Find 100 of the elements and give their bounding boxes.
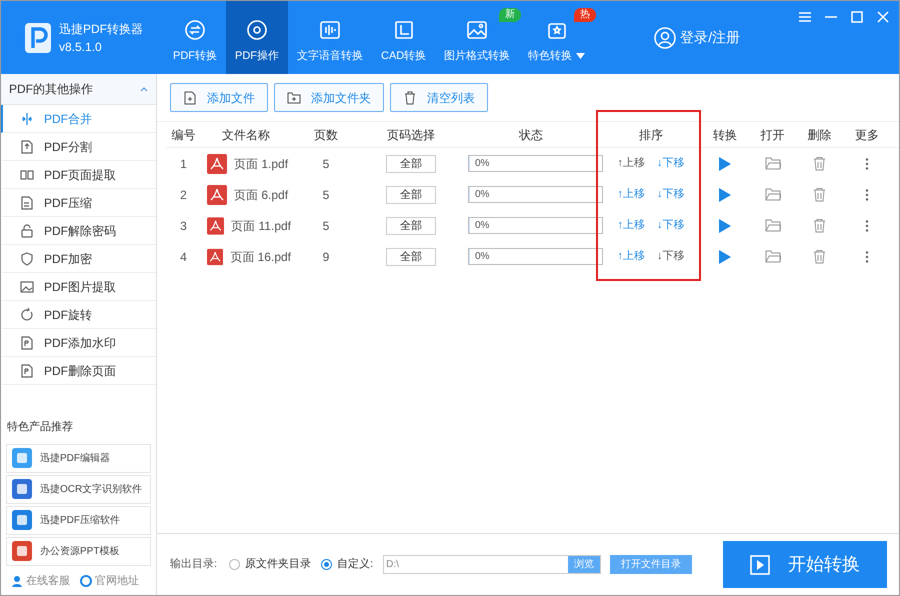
nav-tab[interactable]: PDF转换 [164, 1, 226, 74]
person-icon [11, 574, 23, 587]
play-icon[interactable] [719, 156, 731, 170]
more-icon[interactable] [865, 188, 869, 200]
close-icon[interactable] [877, 11, 889, 23]
file-name: 页面 16.pdf [230, 248, 291, 266]
progress-text: 0% [475, 250, 490, 264]
column-header: 打开 [760, 126, 786, 144]
trash-icon[interactable] [813, 250, 826, 264]
play-icon [750, 554, 770, 574]
toolbar-button[interactable]: 添加文件 [170, 83, 268, 112]
move-up-link[interactable]: ↑上移 [618, 248, 645, 265]
table-cell-text: 5 [322, 156, 330, 172]
app-icon [12, 448, 32, 468]
play-icon[interactable] [719, 250, 731, 264]
compress-icon [19, 194, 35, 210]
output-label: 输出目录: [170, 557, 218, 572]
page-range-button[interactable]: 全部 [386, 248, 436, 266]
sidebar-item[interactable]: PDF添加水印 [1, 329, 156, 357]
product-card[interactable]: 迅捷OCR文字识别软件 [6, 474, 151, 504]
shield-icon [19, 250, 35, 266]
convert-icon [183, 18, 207, 42]
play-icon[interactable] [719, 218, 731, 232]
progress-text: 0% [475, 188, 490, 202]
nav-tab[interactable]: 新 图片格式转换 [435, 1, 520, 74]
pdf-file-icon [207, 246, 224, 266]
toolbar-button[interactable]: 添加文件夹 [274, 83, 384, 112]
nav-tab[interactable]: PDF操作 [226, 1, 288, 74]
column-header: 编号 [170, 126, 196, 144]
page-range-button[interactable]: 全部 [386, 186, 436, 204]
progress-text: 0% [475, 219, 490, 233]
sidebar-item[interactable]: PDF页面提取 [1, 161, 156, 189]
column-header: 转换 [712, 126, 738, 144]
column-header: 状态 [518, 126, 544, 144]
column-header: 页数 [313, 126, 339, 144]
pdf-file-icon [207, 216, 224, 236]
menu-icon[interactable] [799, 11, 811, 23]
column-header: 更多 [854, 126, 880, 144]
folder-icon[interactable] [764, 157, 780, 170]
sidebar-item[interactable]: PDF解除密码 [1, 217, 156, 245]
trash-icon[interactable] [813, 188, 826, 202]
progress-text: 0% [475, 157, 490, 171]
sidebar-header[interactable]: PDF的其他操作 [1, 74, 156, 105]
start-button[interactable]: 开始转换 [723, 541, 887, 588]
product-card[interactable]: 迅捷PDF编辑器 [6, 444, 151, 472]
maximize-icon[interactable] [851, 11, 863, 23]
more-icon[interactable] [865, 220, 869, 232]
sidebar-item[interactable]: PDF加密 [1, 245, 156, 273]
file-icon [19, 334, 35, 350]
unlock-icon [19, 222, 35, 238]
sidebar-item[interactable]: PDF合并 [1, 105, 156, 133]
play-icon[interactable] [719, 188, 731, 202]
nav-tab[interactable]: CAD转换 [372, 1, 436, 74]
page-range-button[interactable]: 全部 [386, 216, 436, 234]
sidebar-item[interactable]: PDF分割 [1, 133, 156, 161]
rotate-icon [19, 306, 35, 322]
move-down-link[interactable]: ↓下移 [657, 217, 684, 234]
table-cell-text: 4 [179, 248, 188, 266]
app-icon [12, 541, 32, 561]
trash-icon[interactable] [813, 156, 826, 170]
column-header: 删除 [806, 126, 832, 144]
split-icon [19, 138, 35, 154]
nav-tab[interactable]: 文字语音转换 [288, 1, 372, 74]
merge-icon [19, 110, 35, 126]
product-card[interactable]: 迅捷PDF压缩软件 [6, 506, 151, 534]
move-up-link[interactable]: ↑上移 [618, 217, 645, 234]
app-name: 迅捷PDF转换器 [59, 20, 143, 38]
page-range-button[interactable]: 全部 [386, 154, 436, 172]
pdf-file-icon [207, 154, 227, 174]
file-name: 页面 11.pdf [231, 218, 291, 234]
file-icon [19, 362, 35, 378]
move-down-link[interactable]: ↓下移 [657, 186, 684, 203]
trash-icon [403, 90, 417, 104]
table-cell-text: 3 [179, 218, 188, 234]
sidebar-item[interactable]: PDF删除页面 [1, 357, 156, 385]
sidebar-item[interactable]: PDF图片提取 [1, 273, 156, 301]
nav-badge: 热 [574, 8, 596, 22]
sidebar-item[interactable]: PDF压缩 [1, 189, 156, 217]
nav-tab[interactable]: 热 特色转换 [519, 1, 594, 74]
move-down-link[interactable]: ↓下移 [657, 155, 684, 172]
app-icon [12, 510, 32, 530]
image-icon [19, 278, 35, 294]
user-icon [654, 26, 676, 48]
toolbar-button[interactable]: 清空列表 [390, 83, 488, 112]
path-field[interactable]: D:\ 浏览 [383, 555, 602, 574]
radio-option[interactable]: 自定义: [321, 556, 374, 573]
product-card[interactable]: 办公资源PPT模板 [6, 536, 151, 566]
more-icon[interactable] [865, 158, 869, 170]
trash-icon[interactable] [813, 218, 826, 232]
footer-link[interactable]: 官网地址 [80, 572, 139, 589]
footer-link[interactable]: 在线客服 [11, 572, 70, 589]
sidebar-item[interactable]: PDF旋转 [1, 301, 156, 329]
folder-icon[interactable] [764, 188, 780, 201]
more-icon[interactable] [865, 250, 869, 262]
table-cell-text: 1 [179, 156, 188, 172]
folder-icon[interactable] [764, 219, 780, 232]
folder-icon[interactable] [764, 250, 780, 263]
move-up-link[interactable]: ↑上移 [618, 186, 645, 203]
radio-option[interactable]: 原文件夹目录 [229, 556, 312, 573]
login-link[interactable]: 登录/注册 [680, 27, 740, 48]
